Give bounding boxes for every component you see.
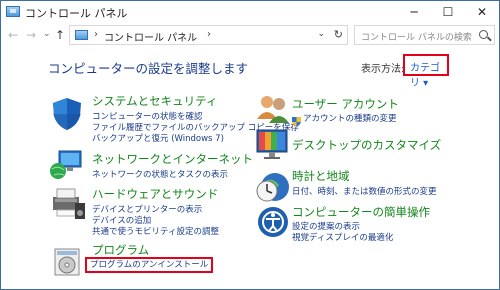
category-network-internet[interactable]: ネットワークとインターネット [92,151,253,167]
page-title: コンピューターの設定を調整します [48,61,249,76]
ease-of-access-icon[interactable] [255,204,291,240]
link-network-status-tasks[interactable]: ネットワークの状態とタスクの表示 [92,168,228,180]
link-mobility-settings[interactable]: 共通で使うモビリティ設定の調整 [92,225,219,237]
link-change-account-type[interactable]: アカウントの種類の変更 [303,112,397,124]
users-icon[interactable] [255,93,291,129]
search-box[interactable]: コントロール パネルの検索 [354,25,495,45]
forward-button[interactable]: → [26,28,36,42]
recent-locations-dropdown[interactable]: ⌄ [43,29,51,39]
control-panel-window: コントロール パネル ─ ☐ ✕ ← → ⌄ ↑ › コントロール パネル › … [0,0,500,290]
control-panel-app-icon [6,6,20,17]
breadcrumb-separator[interactable]: › [94,29,98,40]
control-panel-icon [75,30,88,40]
category-appearance-personalization[interactable]: デスクトップのカスタマイズ [292,137,441,153]
category-programs[interactable]: プログラム [92,242,149,258]
refresh-icon[interactable]: ↻ [334,28,343,41]
close-button[interactable]: ✕ [465,1,499,23]
navigation-bar: ← → ⌄ ↑ › コントロール パネル › ⌄ ↻ コントロール パネルの検索 [1,23,499,47]
program-disc-icon[interactable] [51,245,87,281]
back-button[interactable]: ← [8,28,18,42]
view-by-label: 表示方法: [361,64,405,75]
up-button[interactable]: ↑ [55,28,65,42]
maximize-button[interactable]: ☐ [431,1,465,23]
title-bar: コントロール パネル ─ ☐ ✕ [1,1,499,23]
link-backup-restore[interactable]: バックアップと復元 (Windows 7) [92,132,224,144]
clock-globe-icon[interactable] [255,167,291,203]
breadcrumb[interactable]: コントロール パネル [104,29,197,44]
desktop-icon[interactable] [255,128,291,164]
shield-icon[interactable] [49,96,85,132]
address-bar[interactable]: › コントロール パネル › ⌄ ↻ [69,25,348,45]
minimize-button[interactable]: ─ [397,1,431,23]
network-globe-icon[interactable] [49,149,85,185]
uac-shield-icon [292,112,301,127]
search-icon[interactable] [479,30,488,39]
view-by-dropdown[interactable]: カテゴリ ▾ [403,54,449,89]
search-input[interactable]: コントロール パネルの検索 [361,30,472,43]
link-change-date-time-number-formats[interactable]: 日付、時刻、または数値の形式の変更 [292,185,437,197]
breadcrumb-separator[interactable]: › [207,29,211,40]
category-ease-of-access[interactable]: コンピューターの簡単操作 [292,204,430,220]
link-uninstall-program[interactable]: プログラムのアンインストール [85,257,214,273]
printer-speaker-icon[interactable] [49,185,85,221]
window-title: コントロール パネル [25,7,128,20]
category-system-security[interactable]: システムとセキュリティ [92,93,217,109]
category-user-accounts[interactable]: ユーザー アカウント [292,96,399,112]
link-optimize-visual-display[interactable]: 視覚ディスプレイの最適化 [292,231,393,243]
address-dropdown-icon[interactable]: ⌄ [317,29,325,39]
category-clock-region[interactable]: 時計と地域 [292,168,350,184]
category-hardware-sound[interactable]: ハードウェアとサウンド [92,186,218,202]
